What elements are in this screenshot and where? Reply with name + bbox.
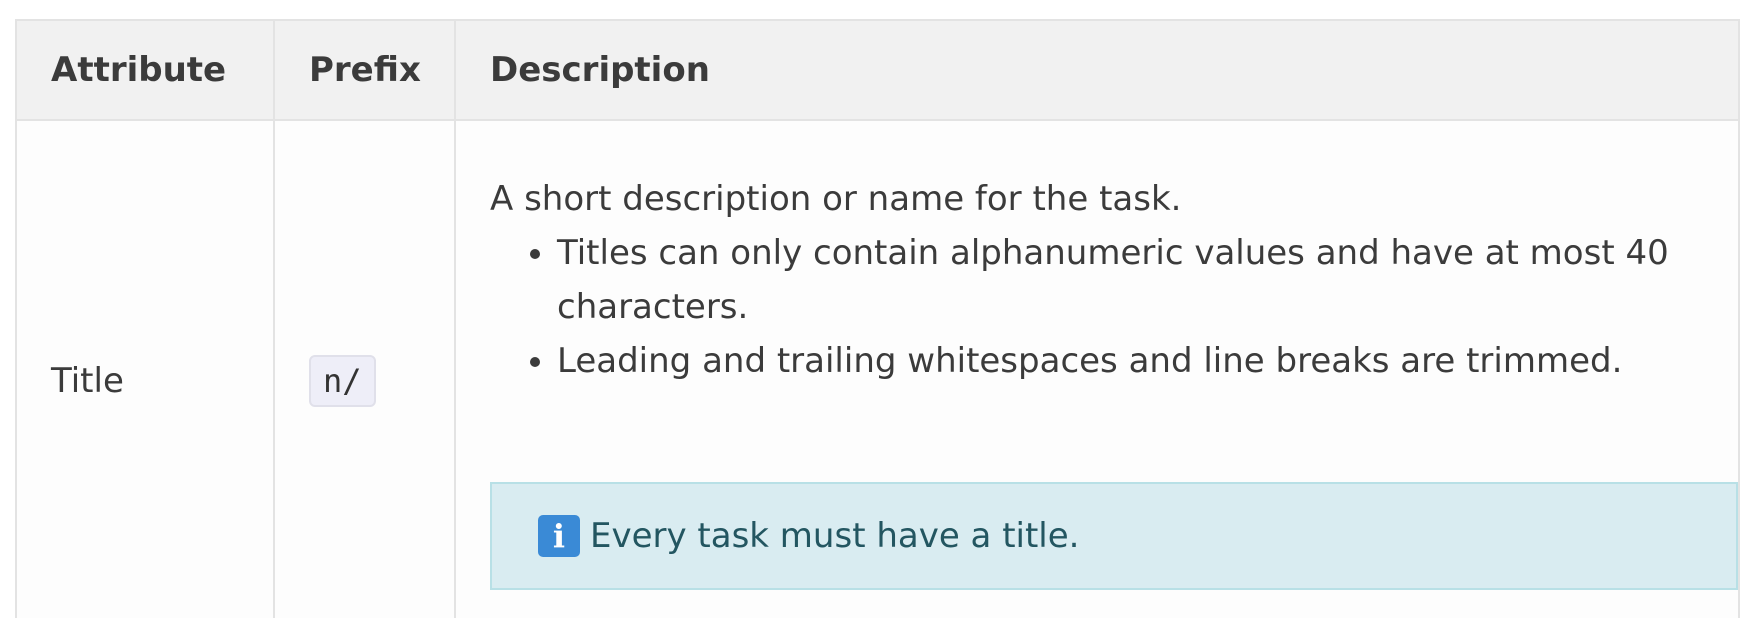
info-icon: i [538, 515, 580, 557]
page: Attribute Prefix Description Title n/ A … [0, 0, 1758, 618]
description-cell: A short description or name for the task… [454, 119, 1740, 618]
table-row: Title n/ A short description or name for… [15, 119, 1740, 618]
list-item: Leading and trailing whitespaces and lin… [557, 334, 1738, 388]
table-header-row: Attribute Prefix Description [15, 19, 1740, 121]
header-prefix: Prefix [273, 19, 456, 121]
prefix-cell: n/ [273, 119, 456, 618]
attribute-cell: Title [15, 119, 275, 618]
info-callout-text: Every task must have a title. [590, 516, 1080, 556]
description-intro: A short description or name for the task… [490, 179, 1182, 219]
description-bullets: Titles can only contain alphanumeric val… [490, 226, 1738, 388]
header-attribute: Attribute [15, 19, 275, 121]
list-item: Titles can only contain alphanumeric val… [557, 226, 1738, 334]
info-callout: i Every task must have a title. [490, 482, 1738, 590]
prefix-code: n/ [309, 355, 376, 407]
header-description: Description [454, 19, 1740, 121]
attributes-table: Attribute Prefix Description Title n/ A … [15, 19, 1740, 618]
